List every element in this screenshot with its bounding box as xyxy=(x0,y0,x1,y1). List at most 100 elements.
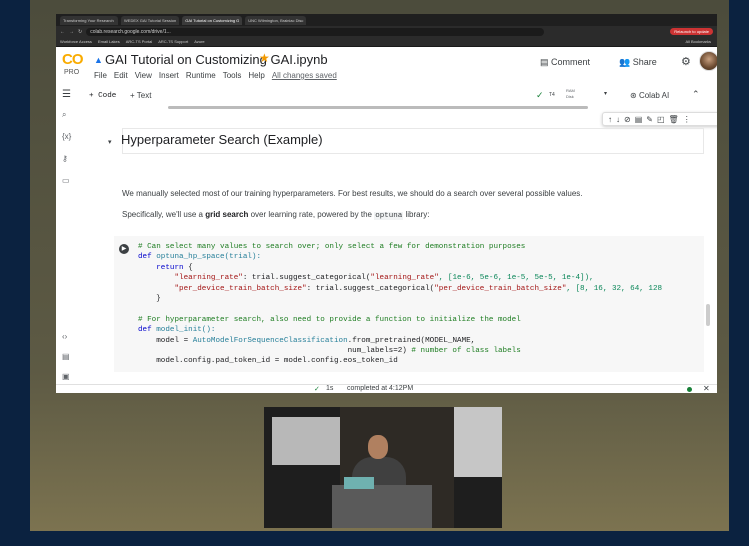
comment-icon: ▤ xyxy=(540,57,552,67)
code-token: # number of class labels xyxy=(411,347,521,356)
bookmark-item[interactable]: Workforce Access xyxy=(60,39,92,44)
comment-cell-icon[interactable]: ▤ xyxy=(635,115,643,124)
code-token: def xyxy=(138,326,157,335)
collapse-caret-icon[interactable]: ▾ xyxy=(108,138,112,146)
connection-dot xyxy=(687,387,692,392)
code-snippets-icon[interactable]: ‹› xyxy=(62,332,67,341)
cell-toolbar: ↑ ↓ ⊘ ▤ ✎ ◰ 🗑 ⋮ xyxy=(602,112,717,126)
status-bar: ✓ 1s completed at 4:12PM ✕ xyxy=(56,384,717,393)
back-icon[interactable]: ← xyxy=(60,29,65,35)
speaker-video xyxy=(264,407,502,528)
add-code-button[interactable]: + Code xyxy=(89,91,116,101)
bookmark-item[interactable]: ARC-TS Portal xyxy=(126,39,152,44)
code-editor[interactable]: # Can select many values to search over;… xyxy=(138,242,662,367)
more-icon[interactable]: ⋮ xyxy=(683,115,691,124)
chevron-down-icon[interactable]: ▾ xyxy=(604,90,607,97)
colab-header: CO PRO ▲ GAI Tutorial on Customizing GAI… xyxy=(56,47,717,87)
bookmark-item[interactable]: Azure xyxy=(194,39,204,44)
comment-label: Comment xyxy=(551,57,591,67)
resource-meter[interactable]: RAM Disk xyxy=(566,88,575,100)
disk-label: Disk xyxy=(566,94,574,99)
connected-check-icon: ✓ xyxy=(536,90,544,100)
share-label: Share xyxy=(632,57,657,67)
left-sidebar: ⌕ {x} ⚷ ▭ ‹› ▤ ▣ xyxy=(56,104,79,393)
notebook-title[interactable]: GAI Tutorial on Customizing GAI.ipynb xyxy=(105,52,328,67)
code-token: : trial.suggest_categorical( xyxy=(242,274,371,283)
browser-tab-active[interactable]: GAI Tutorial on Customizing G xyxy=(182,15,243,25)
colab-logo: CO xyxy=(62,51,84,68)
exec-status-message: completed at 4:12PM xyxy=(347,385,414,392)
folder-icon[interactable]: ▭ xyxy=(62,176,70,185)
edit-icon[interactable]: ✎ xyxy=(646,115,653,124)
code-token: return xyxy=(138,263,189,272)
delete-icon[interactable]: 🗑 xyxy=(669,115,679,124)
code-line: } xyxy=(138,295,161,304)
ram-label: RAM xyxy=(566,88,575,93)
speaker-head xyxy=(368,435,388,459)
command-palette-icon[interactable]: ▤ xyxy=(62,352,70,361)
move-up-icon[interactable]: ↑ xyxy=(608,115,612,124)
chevron-up-icon[interactable]: ⌃ xyxy=(692,89,700,100)
move-down-icon[interactable]: ↓ xyxy=(616,115,620,124)
browser-tab[interactable]: UNC Wilmington, Brainiac Disc xyxy=(245,15,307,25)
add-text-button[interactable]: + Text xyxy=(130,91,151,100)
code-token: .from_pretrained(MODEL_NAME, xyxy=(347,336,476,345)
menu-item[interactable]: Tools xyxy=(223,71,242,80)
browser-tab[interactable]: WEDEX GAI Tutorial Session xyxy=(121,15,180,25)
projected-screen: Transforming Your Research WEDEX GAI Tut… xyxy=(56,14,717,393)
forward-icon[interactable]: → xyxy=(69,29,74,35)
people-icon: 👥 xyxy=(619,57,633,67)
menu-item[interactable]: Help xyxy=(248,71,264,80)
bookmarks-bar: Workforce Access Email Lakes ARC-TS Port… xyxy=(56,37,717,47)
browser-url-bar: ← → ↻ colab.research.google.com/drive/1.… xyxy=(56,26,717,37)
code-token: "learning_rate" xyxy=(370,274,439,283)
code-token: "per_device_train_batch_size" xyxy=(138,284,307,293)
vertical-scrollbar[interactable] xyxy=(706,304,710,326)
background-screen-left xyxy=(272,417,340,465)
code-token: : trial.suggest_categorical( xyxy=(306,284,435,293)
presentation-frame: Transforming Your Research WEDEX GAI Tut… xyxy=(30,0,729,531)
code-token: num_labels=2) xyxy=(138,347,412,356)
menu-item[interactable]: Edit xyxy=(114,71,128,80)
runtime-type[interactable]: T4 xyxy=(549,92,555,98)
code-line: model.config.pad_token_id = model.config… xyxy=(138,357,398,366)
all-bookmarks[interactable]: All Bookmarks xyxy=(685,39,711,44)
bookmark-item[interactable]: ARC-TS Support xyxy=(158,39,188,44)
mirror-icon[interactable]: ◰ xyxy=(657,115,665,124)
menu-item[interactable]: Runtime xyxy=(186,71,216,80)
code-token: optuna_hp_space(trial): xyxy=(156,253,262,262)
podium xyxy=(332,485,432,528)
horizontal-scrollbar[interactable] xyxy=(168,106,588,109)
background-screen-right xyxy=(454,407,502,477)
terminal-icon[interactable]: ▣ xyxy=(62,372,70,381)
save-status-link[interactable]: All changes saved xyxy=(272,71,337,80)
close-icon[interactable]: ✕ xyxy=(703,384,710,393)
exec-duration: 1s xyxy=(326,385,334,392)
text-segment: library: xyxy=(403,210,430,219)
link-icon[interactable]: ⊘ xyxy=(624,115,631,124)
bookmark-item[interactable]: Email Lakes xyxy=(98,39,120,44)
reload-icon[interactable]: ↻ xyxy=(78,29,82,35)
gear-icon[interactable]: ⚙ xyxy=(681,55,691,68)
star-icon[interactable]: ★ xyxy=(259,51,270,65)
browser-tab-bar: Transforming Your Research WEDEX GAI Tut… xyxy=(56,14,717,26)
address-field[interactable]: colab.research.google.com/drive/1... xyxy=(86,27,545,36)
menu-item[interactable]: View xyxy=(135,71,152,80)
menu-item[interactable]: Insert xyxy=(159,71,179,80)
comment-button[interactable]: ▤ Comment xyxy=(540,57,590,68)
colab-ai-button[interactable]: ⊛ Colab AI xyxy=(630,91,669,100)
code-token: model_init(): xyxy=(156,326,216,335)
variables-icon[interactable]: {x} xyxy=(62,132,71,141)
code-line: # Can select many values to search over;… xyxy=(138,243,526,251)
key-icon[interactable]: ⚷ xyxy=(62,154,68,163)
avatar[interactable] xyxy=(699,51,717,71)
share-button[interactable]: 👥 Share xyxy=(619,57,657,68)
browser-tab[interactable]: Transforming Your Research xyxy=(60,15,118,25)
run-cell-button[interactable]: ▶ xyxy=(119,244,129,254)
menu-item[interactable]: File xyxy=(94,71,107,80)
search-icon[interactable]: ⌕ xyxy=(62,110,66,120)
paragraph-1: We manually selected most of our trainin… xyxy=(122,189,583,198)
code-token: "learning_rate" xyxy=(138,274,243,283)
menu-icon[interactable]: ☰ xyxy=(62,89,71,100)
relaunch-button[interactable]: Relaunch to update xyxy=(670,28,713,35)
